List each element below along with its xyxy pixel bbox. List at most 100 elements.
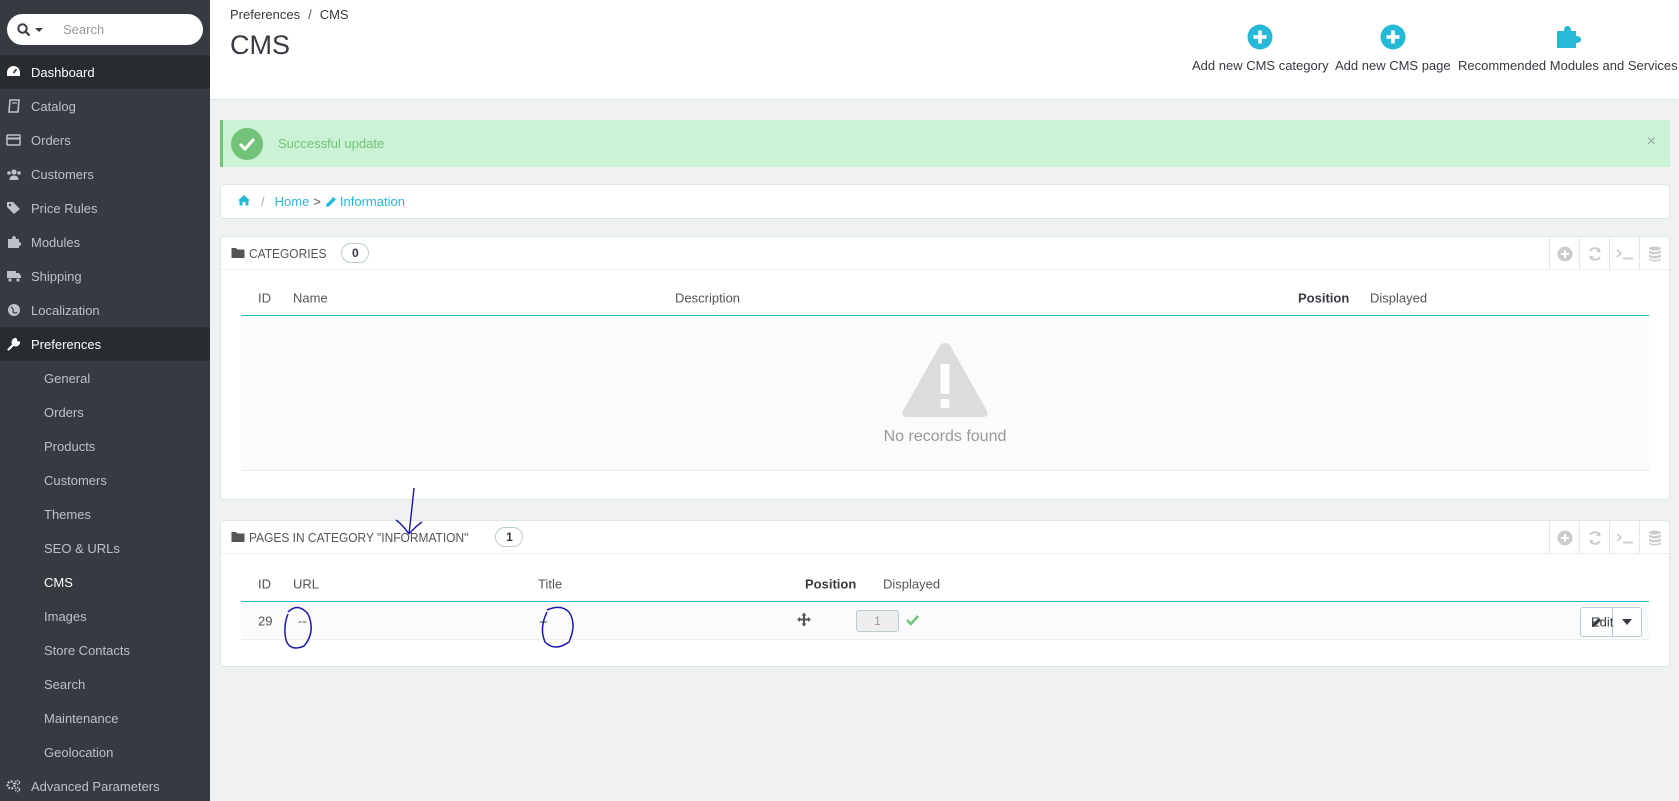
globe-icon xyxy=(0,303,31,317)
caret-down-icon xyxy=(1622,619,1632,625)
recommended-modules-label: Recommended Modules and Services xyxy=(1458,58,1678,73)
breadcrumb-separator: > xyxy=(313,194,321,209)
dashboard-icon xyxy=(0,65,31,79)
column-description: Description xyxy=(675,290,741,305)
sidebar-item-label: Price Rules xyxy=(31,200,98,216)
panel-title: PAGES IN CATEGORY "INFORMATION" xyxy=(249,529,469,545)
add-new-icon[interactable] xyxy=(1549,521,1579,554)
row-title: -- xyxy=(539,613,548,628)
wrench-icon xyxy=(0,337,31,351)
alert-message: Successful update xyxy=(278,136,385,151)
database-icon[interactable] xyxy=(1639,521,1669,554)
drag-handle-icon[interactable] xyxy=(797,612,811,629)
sidebar-item-label: Localization xyxy=(31,302,100,318)
edit-button[interactable]: Edit xyxy=(1581,608,1613,636)
count-badge: 1 xyxy=(495,527,524,547)
pencil-icon xyxy=(325,196,336,207)
count-badge: 0 xyxy=(341,243,370,263)
submenu-item-seo-urls[interactable]: SEO & URLs xyxy=(0,531,210,565)
refresh-icon[interactable] xyxy=(1579,237,1609,270)
refresh-icon[interactable] xyxy=(1579,521,1609,554)
table-row[interactable]: 29 -- -- 1 Edit xyxy=(241,602,1649,640)
add-new-icon[interactable] xyxy=(1549,237,1579,270)
book-icon xyxy=(0,99,31,113)
sidebar-item-customers[interactable]: Customers xyxy=(0,157,210,191)
search-box xyxy=(7,14,203,45)
submenu-item-customers[interactable]: Customers xyxy=(0,463,210,497)
breadcrumb-item-preferences[interactable]: Preferences xyxy=(230,7,300,22)
row-actions-dropdown[interactable] xyxy=(1613,608,1641,636)
submenu-item-images[interactable]: Images xyxy=(0,599,210,633)
check-circle-icon xyxy=(231,127,263,160)
check-icon[interactable] xyxy=(906,613,919,628)
submenu-item-general[interactable]: General xyxy=(0,361,210,395)
column-id: ID xyxy=(258,576,271,591)
pages-panel: PAGES IN CATEGORY "INFORMATION" 1 ID URL… xyxy=(220,520,1670,667)
column-displayed: Displayed xyxy=(883,576,941,591)
tags-icon xyxy=(0,201,31,215)
sidebar-item-catalog[interactable]: Catalog xyxy=(0,89,210,123)
table-header: ID URL Title Position Displayed xyxy=(241,566,1649,602)
breadcrumb-home-link[interactable]: Home xyxy=(275,194,310,209)
recommended-modules-button[interactable]: Recommended Modules and Services xyxy=(1458,22,1678,73)
sidebar-item-advanced-parameters[interactable]: Advanced Parameters xyxy=(0,769,210,801)
sidebar-item-shipping[interactable]: Shipping xyxy=(0,259,210,293)
column-displayed: Displayed xyxy=(1370,290,1428,305)
column-url: URL xyxy=(293,576,320,591)
database-icon[interactable] xyxy=(1639,237,1669,270)
panel-title: CATEGORIES xyxy=(249,245,327,261)
breadcrumb-separator: / xyxy=(261,194,265,209)
search-input[interactable] xyxy=(63,22,203,37)
empty-state: No records found xyxy=(241,316,1649,471)
terminal-icon[interactable] xyxy=(1609,237,1639,270)
add-cms-page-button[interactable]: Add new CMS page xyxy=(1335,22,1451,73)
sidebar-item-label: Catalog xyxy=(31,98,76,114)
sidebar-item-price-rules[interactable]: Price Rules xyxy=(0,191,210,225)
categories-table: ID Name Description Position Displayed N… xyxy=(241,280,1649,471)
breadcrumb-information-link[interactable]: Information xyxy=(325,194,405,209)
panel-actions xyxy=(1549,521,1669,554)
breadcrumb-information-label: Information xyxy=(339,194,405,209)
search-icon xyxy=(17,22,31,36)
submenu-item-themes[interactable]: Themes xyxy=(0,497,210,531)
row-url: -- xyxy=(298,613,307,628)
add-cms-category-button[interactable]: Add new CMS category xyxy=(1192,22,1329,73)
submenu-item-geolocation[interactable]: Geolocation xyxy=(0,735,210,769)
pages-table: ID URL Title Position Displayed 29 -- --… xyxy=(241,566,1649,640)
page-title: CMS xyxy=(230,30,290,60)
submenu-item-store-contacts[interactable]: Store Contacts xyxy=(0,633,210,667)
success-alert: Successful update × xyxy=(220,120,1670,167)
sidebar-item-label: Dashboard xyxy=(31,64,95,80)
column-position: Position xyxy=(1298,290,1350,305)
terminal-icon[interactable] xyxy=(1609,521,1639,554)
column-id: ID xyxy=(258,290,271,305)
breadcrumb-separator: / xyxy=(308,7,312,22)
column-title: Title xyxy=(538,576,563,591)
breadcrumb: Preferences / CMS xyxy=(230,7,349,22)
puzzle-icon xyxy=(0,235,31,249)
sidebar-item-preferences[interactable]: Preferences xyxy=(0,327,210,361)
close-icon[interactable]: × xyxy=(1647,133,1656,151)
edit-label: Edit xyxy=(1591,614,1614,630)
sidebar-item-label: Orders xyxy=(31,132,71,148)
submenu-item-search[interactable]: Search xyxy=(0,667,210,701)
sidebar-item-label: Preferences xyxy=(31,336,102,352)
breadcrumb-item-cms[interactable]: CMS xyxy=(320,7,349,22)
credit-card-icon xyxy=(0,134,31,146)
sidebar-item-dashboard[interactable]: Dashboard xyxy=(0,55,210,89)
submenu-item-maintenance[interactable]: Maintenance xyxy=(0,701,210,735)
sidebar-item-orders[interactable]: Orders xyxy=(0,123,210,157)
submenu-item-products[interactable]: Products xyxy=(0,429,210,463)
sidebar-item-modules[interactable]: Modules xyxy=(0,225,210,259)
panel-heading: CATEGORIES 0 xyxy=(221,237,1669,270)
search-dropdown-button[interactable] xyxy=(7,14,49,45)
add-cms-category-label: Add new CMS category xyxy=(1192,58,1329,73)
submenu-item-orders[interactable]: Orders xyxy=(0,395,210,429)
submenu-item-cms[interactable]: CMS xyxy=(0,565,210,599)
home-icon[interactable] xyxy=(237,194,251,209)
users-icon xyxy=(0,168,31,181)
row-actions: Edit xyxy=(1580,607,1642,637)
sidebar: Dashboard Catalog Orders Customers Price… xyxy=(0,0,210,801)
sidebar-item-localization[interactable]: Localization xyxy=(0,293,210,327)
warning-icon xyxy=(902,343,988,417)
